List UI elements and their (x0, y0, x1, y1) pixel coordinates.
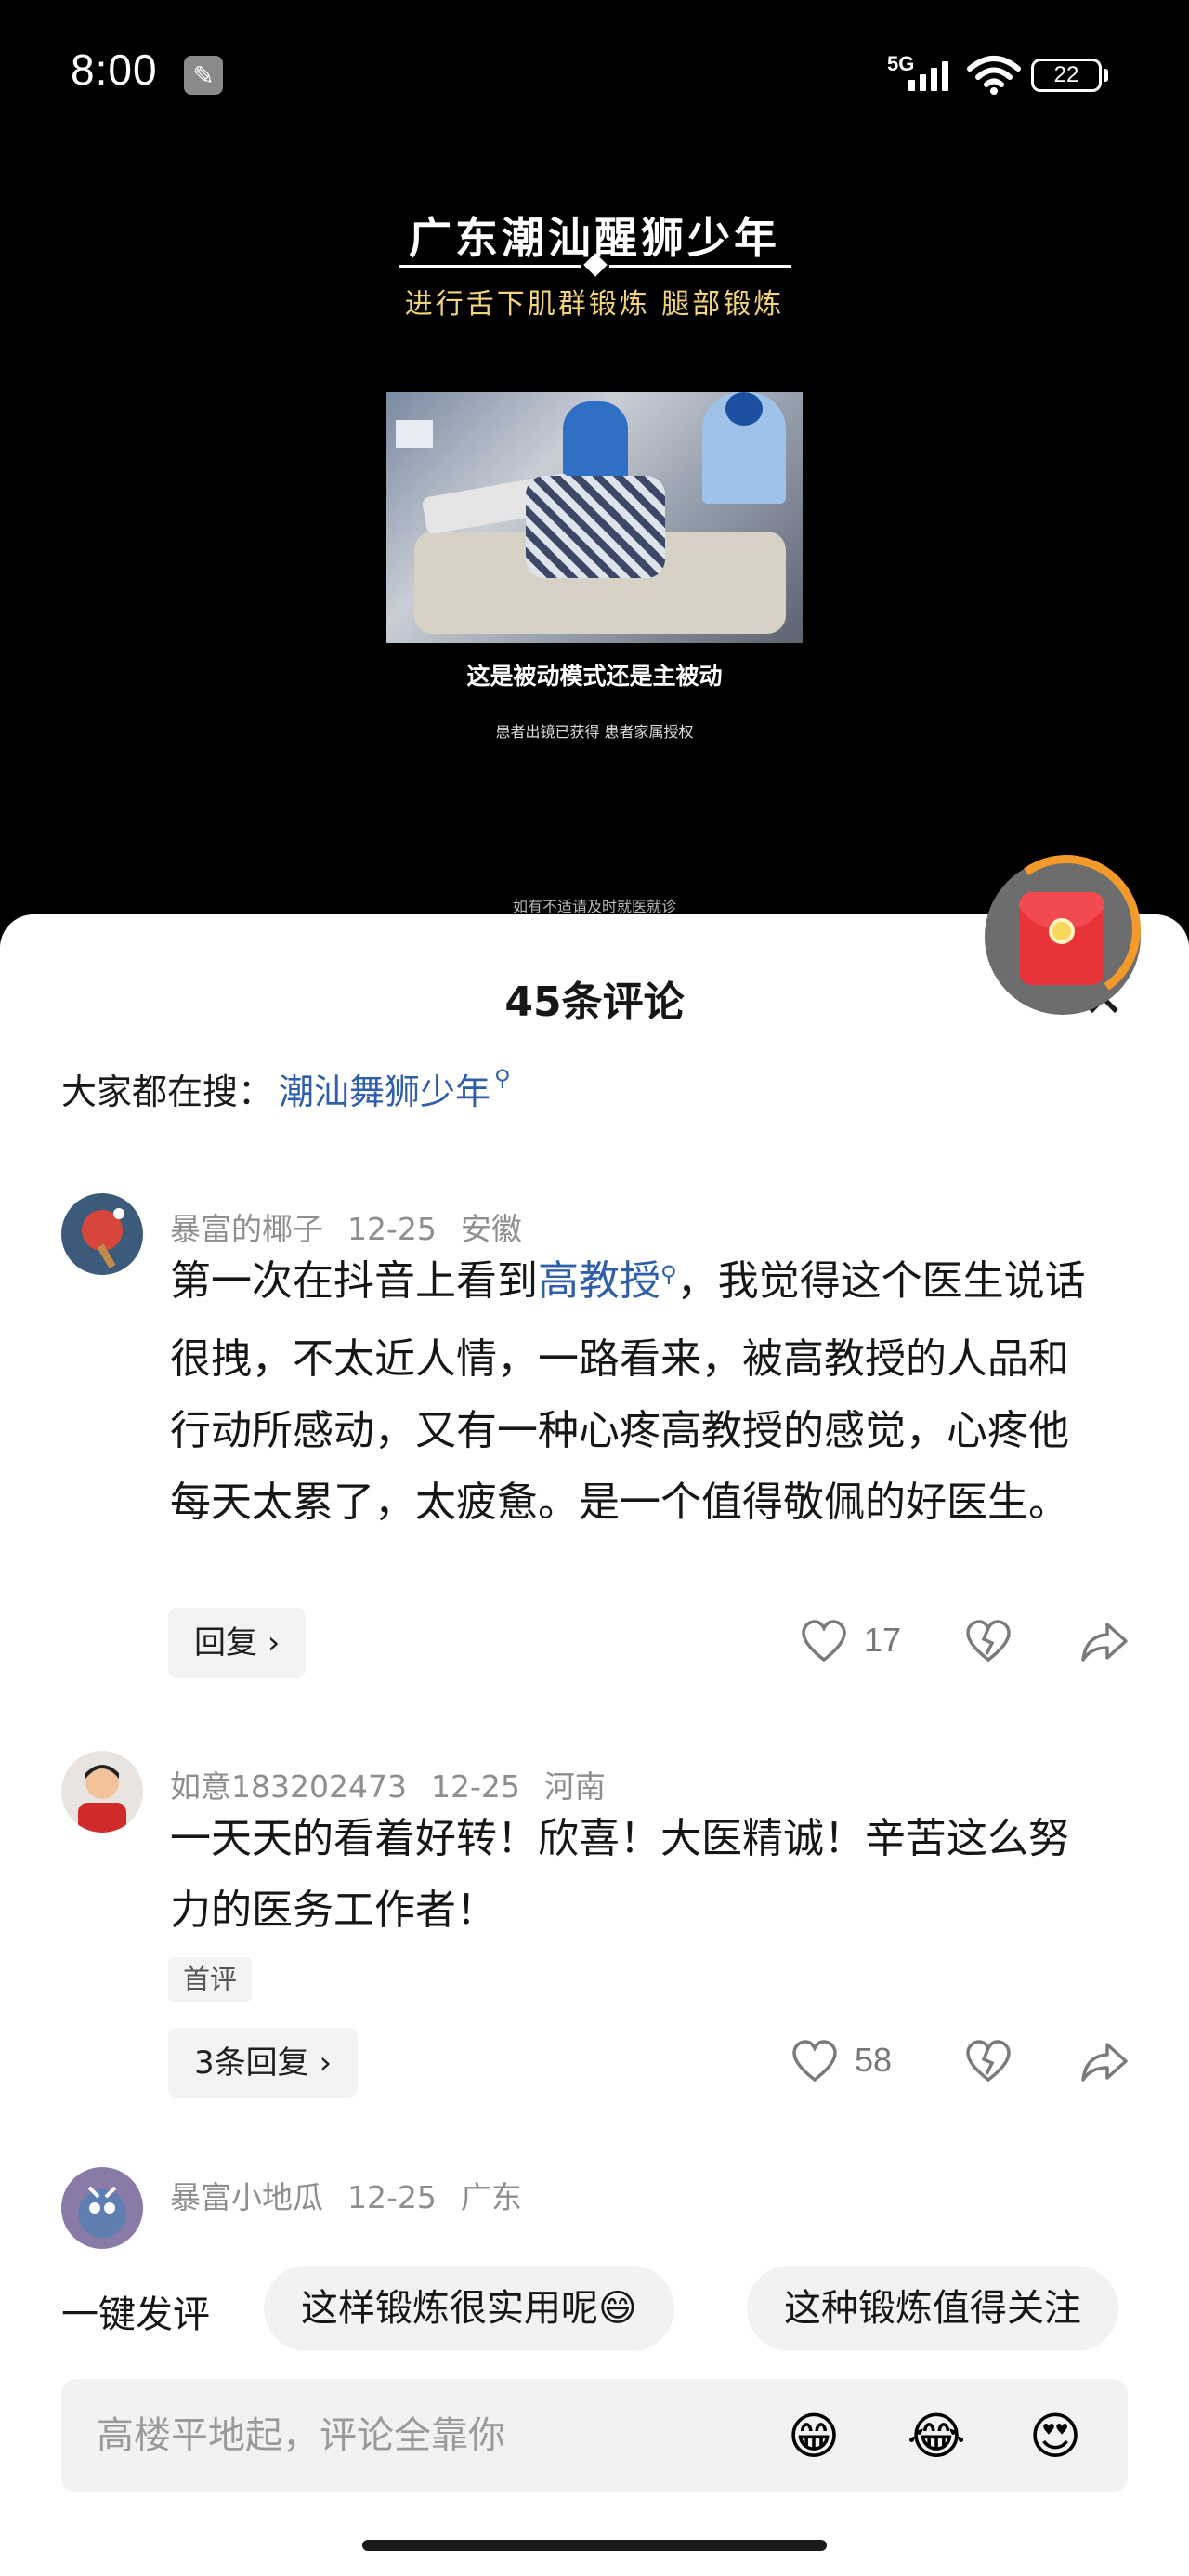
dislike-icon[interactable] (963, 2037, 1013, 2087)
title-divider-left (399, 265, 581, 268)
battery-level: 22 (1053, 62, 1079, 87)
comment-item: 暴富小地瓜 12-25 广东 (0, 2167, 1189, 2251)
frame-patient (526, 476, 665, 578)
video-subtitle: 进行舌下肌群锻炼 腿部锻炼 (404, 288, 785, 321)
avatar[interactable] (61, 1751, 143, 1833)
red-packet-icon[interactable] (1019, 892, 1104, 985)
video-player[interactable]: 广东潮汕醒狮少年 进行舌下肌群锻炼 腿部锻炼 这是被动模式还是主被动 患者出镜已… (0, 149, 1189, 929)
first-comment-badge: 首评 (168, 1957, 253, 2002)
avatar[interactable] (61, 1193, 143, 1275)
comment-username[interactable]: 如意183202473 (170, 1768, 407, 1805)
search-icon: ⚲ (494, 1064, 511, 1091)
red-packet-coin (1049, 918, 1075, 944)
like-icon[interactable] (790, 2037, 840, 2087)
comment-date: 12-25 (430, 1768, 520, 1805)
comment-input-bar[interactable]: 😁 😂 😍 (61, 2379, 1128, 2492)
wifi-icon (967, 56, 1021, 95)
search-suggestion[interactable]: 大家都在搜： 潮汕舞狮少年 ⚲ (61, 1063, 511, 1114)
like-count: 58 (855, 2041, 893, 2079)
quick-comment-chip[interactable]: 这样锻炼很实用呢😄 (264, 2266, 674, 2351)
home-indicator[interactable] (362, 2540, 827, 2551)
dislike-icon[interactable] (963, 1617, 1013, 1667)
comment-location: 河南 (543, 1768, 606, 1805)
status-time: 8:00 (71, 46, 158, 94)
comment-text-part: 第一次在抖音上看到 (170, 1257, 538, 1305)
battery-tip (1104, 69, 1108, 82)
comment-date: 12-25 (347, 1211, 437, 1247)
wrench-icon: ✎ (184, 56, 223, 95)
comment-meta: 暴富的椰子 12-25 安徽 (170, 1204, 546, 1249)
video-note: 患者出镜已获得 患者家属授权 (495, 723, 694, 741)
comment-location: 广东 (460, 2179, 522, 2215)
frame-monitor (396, 420, 433, 448)
status-bar: 8:00 ✎ 5G 22 (0, 0, 1189, 149)
reply-button[interactable]: 回复 › (168, 1608, 307, 1678)
battery-icon: 22 (1031, 59, 1102, 92)
like-count: 17 (864, 1621, 902, 1659)
comment-location: 安徽 (460, 1211, 522, 1247)
video-caption: 这是被动模式还是主被动 (466, 663, 723, 690)
frame-nurse-head (725, 392, 763, 426)
replies-button[interactable]: 3条回复 › (168, 2028, 359, 2098)
signal-icon (908, 58, 948, 91)
comment-text: 第一次在抖音上看到高教授⚲，我觉得这个医生说话很拽，不太近人情，一路看来，被高教… (170, 1245, 1099, 1538)
search-prefix: 大家都在搜： (61, 1071, 274, 1112)
comment-link[interactable]: 高教授 (538, 1257, 660, 1305)
comment-meta: 暴富小地瓜 12-25 广东 (170, 2173, 546, 2217)
search-icon: ⚲ (660, 1261, 677, 1287)
video-frame (386, 392, 803, 643)
emoji-love-icon[interactable]: 😍 (1024, 2405, 1087, 2468)
title-divider-right (609, 265, 791, 268)
emoji-grin-icon[interactable]: 😁 (782, 2405, 845, 2468)
quick-comment-chip[interactable]: 这种锻炼值得关注 (747, 2266, 1118, 2351)
comment-text: 一天天的看着好转！欣喜！大医精诚！辛苦这么努力的医务工作者！ (170, 1815, 1069, 1934)
comment-date: 12-25 (347, 2179, 437, 2215)
comment-username[interactable]: 暴富小地瓜 (170, 2179, 323, 2215)
comment-meta: 如意183202473 12-25 河南 (170, 1762, 630, 1807)
comment-input[interactable] (97, 2403, 747, 2468)
quick-comment-label: 一键发评 (61, 2293, 210, 2336)
share-icon[interactable] (1079, 2037, 1130, 2087)
share-icon[interactable] (1079, 1617, 1130, 1667)
comment-username[interactable]: 暴富的椰子 (170, 1211, 323, 1247)
quick-comment-row: 一键发评 这样锻炼很实用呢😄 这种锻炼值得关注 (0, 2258, 1189, 2362)
avatar[interactable] (61, 2167, 143, 2249)
search-term-link[interactable]: 潮汕舞狮少年 (279, 1063, 490, 1114)
like-icon[interactable] (799, 1617, 849, 1667)
emoji-laugh-icon[interactable]: 😂 (905, 2405, 968, 2468)
